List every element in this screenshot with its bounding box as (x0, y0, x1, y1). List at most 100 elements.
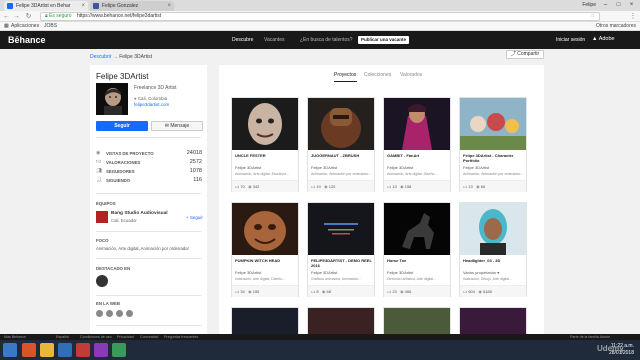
tab-behance[interactable]: Felipe 3DArtist en Behar × (4, 1, 88, 11)
project-thumbnail[interactable] (460, 98, 526, 150)
breadcrumb-parent[interactable]: Descubrir (90, 54, 111, 60)
project-title[interactable]: Headlighter_03 - 3D (463, 258, 525, 268)
chevron-down-icon[interactable]: ▾ (497, 270, 499, 275)
team-name[interactable]: Bang Studio Audiovisual (111, 211, 168, 216)
close-window-icon[interactable]: × (625, 0, 638, 10)
owner-name: Varios propietarios (463, 270, 497, 275)
app-taskbar-icon[interactable] (94, 343, 108, 357)
nav-jobs[interactable]: Vacantes (264, 37, 284, 43)
twitter-icon[interactable] (106, 310, 113, 317)
browser-user-label[interactable]: Felipe (582, 1, 596, 10)
app-taskbar-icon[interactable] (58, 343, 72, 357)
project-owner[interactable]: Felipe 3DArtist (235, 270, 261, 275)
project-card[interactable]: Horse Toe Felipe 3DArtist Dirección artí… (383, 202, 451, 297)
owner-name: Felipe 3DArtist (311, 165, 338, 170)
browser-toolbar: ← → ↻ 🔒︎ Es seguro https://www.behance.n… (0, 11, 640, 22)
maximize-icon[interactable]: □ (612, 0, 625, 10)
project-owner[interactable]: Varios propietarios ▾ (463, 270, 499, 275)
post-job-button[interactable]: Publicar una vacante (358, 36, 410, 44)
focus-text: Animación, Arte digital, Animación por o… (96, 246, 189, 251)
project-owner[interactable]: Felipe 3DArtist (235, 165, 261, 170)
browser-menu-icon[interactable]: ⋮ (629, 12, 637, 21)
share-button[interactable]: ⤴ Compartir (506, 50, 544, 59)
project-owner[interactable]: Felipe 3DArtist (463, 165, 489, 170)
reload-icon[interactable]: ↻ (24, 12, 33, 21)
project-thumbnail[interactable] (308, 98, 374, 150)
tab-appreciated[interactable]: Valorados (400, 72, 422, 78)
apps-icon[interactable]: ▦ (4, 22, 9, 31)
instagram-icon[interactable] (116, 310, 123, 317)
close-tab-icon[interactable]: × (81, 1, 85, 11)
project-card[interactable]: PUMPKIN WITCH HEAD Felipe 3DArtist Ilust… (231, 202, 299, 297)
project-title[interactable]: FELIPE3DARTIST - DEMO REEL 2016 (311, 258, 373, 268)
tab-projects[interactable]: Proyectos (334, 72, 356, 78)
project-owner[interactable]: Felipe 3DArtist (387, 270, 413, 275)
eye-icon: ◉ (400, 289, 404, 294)
project-card[interactable]: JUGGERNAUT - ZBRUSH Felipe 3DArtist Anim… (307, 97, 375, 192)
website-link[interactable]: felipe3dartist.com (134, 102, 169, 107)
project-card[interactable]: UNCLE FESTER Felipe 3DArtist Animación, … (231, 97, 299, 192)
app-taskbar-icon[interactable] (76, 343, 90, 357)
project-card[interactable]: FELIPE3DARTIST - DEMO REEL 2016 Felipe 3… (307, 202, 375, 297)
tab-collections[interactable]: Colecciones (364, 72, 391, 78)
project-thumbnail[interactable] (308, 203, 374, 255)
team-logo[interactable] (96, 211, 108, 223)
project-thumbnail[interactable] (232, 203, 298, 255)
nav-talent[interactable]: ¿En busca de talentos? (300, 37, 353, 43)
follow-button[interactable]: Seguir (96, 121, 148, 131)
nav-discover[interactable]: Descubre (232, 37, 253, 43)
project-card[interactable]: GAMBIT - FanArt Felipe 3DArtist Animació… (383, 97, 451, 192)
project-thumbnail[interactable] (384, 203, 450, 255)
project-thumbnail[interactable] (384, 98, 450, 150)
chrome-taskbar-icon[interactable] (22, 343, 36, 357)
project-thumbnail[interactable] (232, 98, 298, 150)
bookmark-jobs[interactable]: JOBS (44, 22, 57, 31)
explorer-taskbar-icon[interactable] (40, 343, 54, 357)
project-title[interactable]: JUGGERNAUT - ZBRUSH (311, 153, 373, 163)
adobe-link[interactable]: ▲ Adobe (592, 36, 615, 42)
back-icon[interactable]: ← (2, 12, 11, 21)
owner-name: Felipe 3DArtist (387, 165, 414, 170)
stat-followers[interactable]: 👥︎ SEGUIDORES 1078 (96, 167, 204, 176)
views-count: 155 (252, 289, 260, 294)
project-title[interactable]: PUMPKIN WITCH HEAD (235, 258, 297, 268)
project-thumbnail[interactable] (459, 307, 527, 337)
project-thumbnail[interactable] (231, 307, 299, 337)
app-taskbar-icon[interactable] (112, 343, 126, 357)
breadcrumb-current: Felipe 3DArtist (119, 54, 152, 60)
address-bar[interactable]: 🔒︎ Es seguro https://www.behance.net/fel… (40, 12, 600, 21)
likes-count: 23 (392, 289, 397, 294)
project-thumbnail[interactable] (383, 307, 451, 337)
bookmark-other[interactable]: Otros marcadores (596, 22, 636, 31)
featured-badge-icon[interactable] (96, 275, 108, 287)
project-title[interactable]: GAMBIT - FanArt (387, 153, 449, 163)
tab-felipe[interactable]: Felipe Gonzalez × (90, 1, 174, 11)
close-tab-icon[interactable]: × (167, 1, 171, 11)
stat-following[interactable]: 👤︎ SIGUIENDO 116 (96, 176, 204, 185)
project-owner[interactable]: Felipe 3DArtist (311, 270, 337, 275)
project-title[interactable]: Felipe 3DArtist - Character Portfolio (463, 153, 525, 163)
minimize-icon[interactable]: – (599, 0, 612, 10)
vimeo-icon[interactable] (126, 310, 133, 317)
project-card[interactable]: Headlighter_03 - 3D Varios propietarios … (459, 202, 527, 297)
project-stats: 👍︎ 8 ◉ 68 (308, 285, 374, 297)
team-follow-button[interactable]: + Seguir (186, 215, 203, 220)
secure-label: Es seguro (49, 13, 72, 19)
project-thumbnail[interactable] (460, 203, 526, 255)
project-thumbnail[interactable] (307, 307, 375, 337)
project-title[interactable]: Horse Toe (387, 258, 449, 268)
bookmark-star-icon[interactable]: ☆ (591, 13, 595, 20)
message-button[interactable]: ✉ Mensaje (151, 121, 203, 131)
likes-count: 13 (392, 184, 397, 189)
facebook-icon[interactable] (96, 310, 103, 317)
behance-logo[interactable]: Bēhance (8, 35, 46, 45)
bookmark-apps[interactable]: Aplicaciones (11, 22, 39, 31)
project-title[interactable]: UNCLE FESTER (235, 153, 297, 163)
project-card[interactable]: Felipe 3DArtist - Character Portfolio Fe… (459, 97, 527, 192)
start-icon[interactable] (3, 343, 17, 357)
project-owner[interactable]: Felipe 3DArtist (311, 165, 337, 170)
eye-icon: ◉ (478, 289, 482, 294)
forward-icon[interactable]: → (12, 12, 21, 21)
project-owner[interactable]: Felipe 3DArtist (387, 165, 413, 170)
signin-link[interactable]: Iniciar sesión (556, 37, 585, 43)
